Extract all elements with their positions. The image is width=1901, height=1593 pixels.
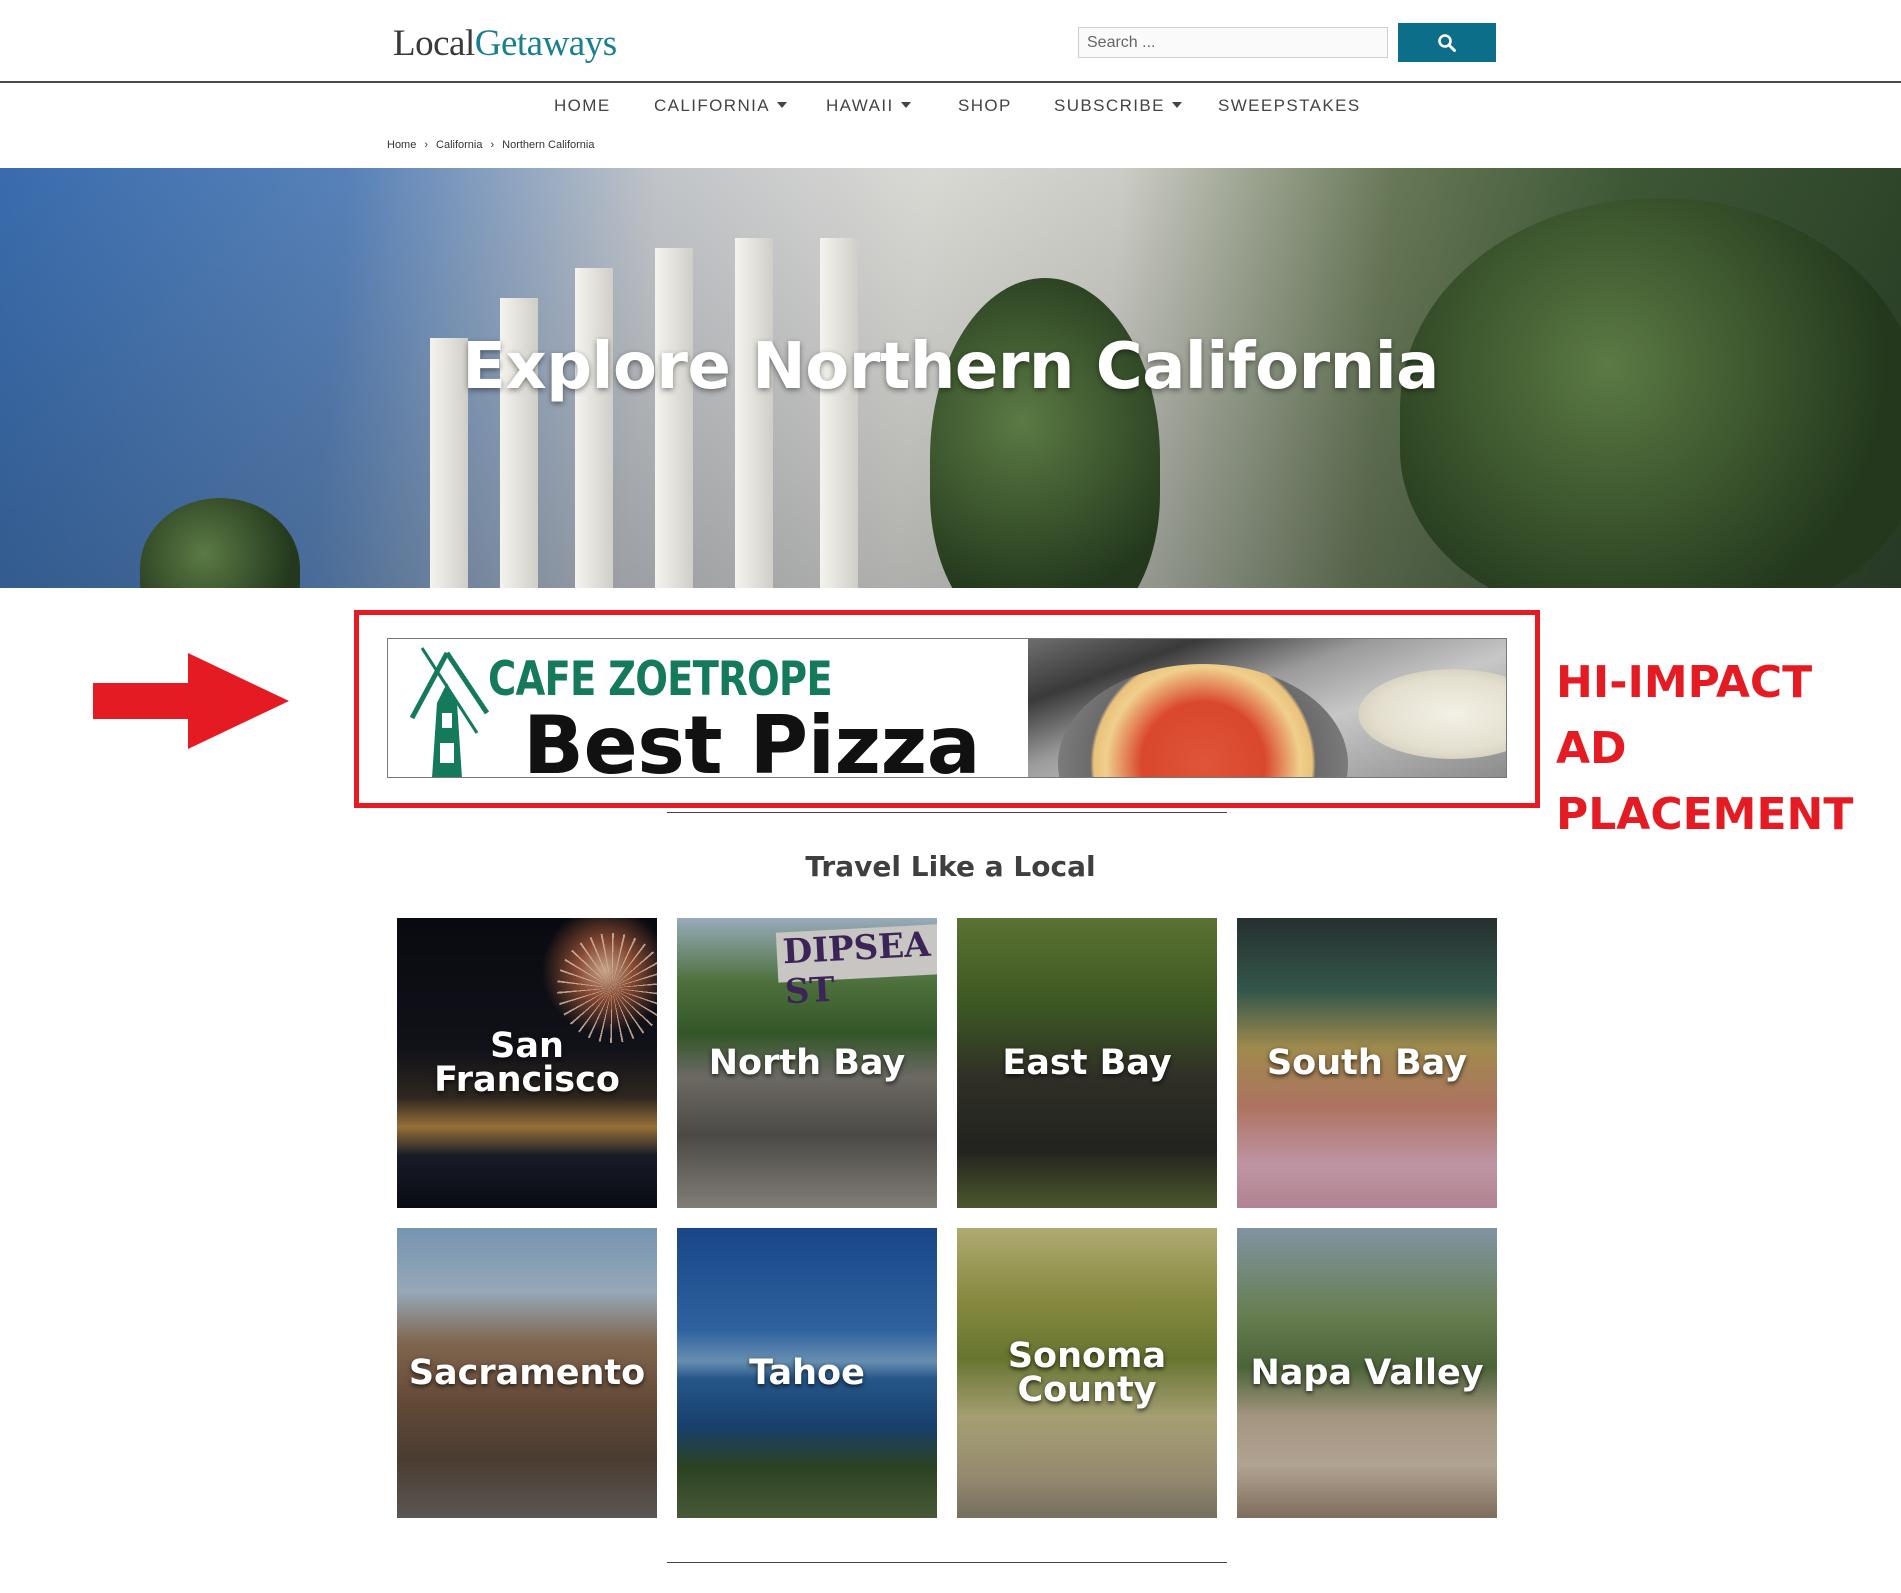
caret-down-icon [777,101,788,108]
tile-sacramento[interactable]: Sacramento [397,1228,657,1518]
tile-label: East Bay [1002,1043,1172,1083]
nav-item-subscribe[interactable]: SUBSCRIBE [1054,96,1182,116]
hero-image-detail [735,238,773,588]
arrow-right-icon [93,653,289,749]
nav-item-label: HOME [554,96,611,115]
nav-item-hawaii[interactable]: HAWAII [826,96,911,116]
breadcrumb: Home › California › Northern California [387,139,594,151]
nav-item-home[interactable]: HOME [554,96,611,116]
nav-item-california[interactable]: CALIFORNIA [654,96,788,116]
hero-title: Explore Northern California [462,330,1439,404]
hero-image-detail [930,278,1160,588]
ad-callout-label: HI-IMPACT AD PLACEMENT [1556,650,1876,848]
chevron-right-icon: › [424,139,429,151]
tile-label: South Bay [1266,1043,1468,1083]
search-icon [1438,33,1456,52]
nav-item-shop[interactable]: SHOP [958,96,1012,116]
hero-image-detail [820,238,858,588]
header-divider [0,81,1901,83]
tile-label: North Bay [708,1043,906,1083]
nav-item-label: SUBSCRIBE [1054,96,1165,115]
tile-label: Napa Valley [1250,1353,1484,1393]
hero-banner: Explore Northern California [0,168,1901,588]
nav-item-label: SHOP [958,96,1012,115]
nav-item-sweepstakes[interactable]: SWEEPSTAKES [1218,96,1361,116]
tile-label: Sonoma County [1007,1336,1167,1410]
tile-east-bay[interactable]: East Bay [957,918,1217,1208]
breadcrumb-california[interactable]: California [436,139,482,151]
nav-item-label: HAWAII [826,96,894,115]
tile-san-francisco[interactable]: San Francisco [397,918,657,1208]
search-button[interactable] [1398,23,1496,62]
caret-down-icon [900,101,911,108]
logo-text-primary: Local [393,23,475,64]
ad-pizza-photo [1028,639,1506,777]
hero-image-detail [140,498,300,588]
ad-banner[interactable]: CAFE ZOETROPE Best Pizza [387,638,1507,778]
tile-south-bay[interactable]: South Bay [1237,918,1497,1208]
search-input[interactable] [1078,27,1388,58]
site-logo[interactable]: LocalGetaways [393,22,617,65]
nav-item-label: CALIFORNIA [654,96,771,115]
ad-callout-line: PLACEMENT [1556,789,1854,840]
tile-sonoma-county[interactable]: Sonoma County [957,1228,1217,1518]
pizza-image [1358,669,1506,759]
ad-headline: Best Pizza [523,699,981,778]
breadcrumb-home[interactable]: Home [387,139,416,151]
pizza-image [1058,664,1348,777]
section-title: Travel Like a Local [805,850,1096,883]
nav-item-label: SWEEPSTAKES [1218,96,1361,115]
tile-label: Sacramento [408,1353,646,1393]
tile-napa-valley[interactable]: Napa Valley [1237,1228,1497,1518]
hero-image-detail [575,268,613,588]
logo-text-accent: Getaways [474,23,617,64]
breadcrumb-current: Northern California [502,139,595,151]
caret-down-icon [1171,101,1182,108]
main-nav: HOME CALIFORNIA HAWAII SHOP SUBSCRIBE SW… [0,96,1901,122]
chevron-right-icon: › [490,139,495,151]
tile-label: Tahoe [749,1353,865,1393]
section-divider [667,1562,1227,1563]
ad-callout-line: HI-IMPACT AD [1556,657,1813,774]
section-divider [667,812,1227,813]
hero-image-detail [655,248,693,588]
tile-label: San Francisco [434,1026,620,1100]
tile-north-bay[interactable]: DIPSEA ST North Bay [677,918,937,1208]
windmill-logo-icon [409,647,490,777]
tile-tahoe[interactable]: Tahoe [677,1228,937,1518]
